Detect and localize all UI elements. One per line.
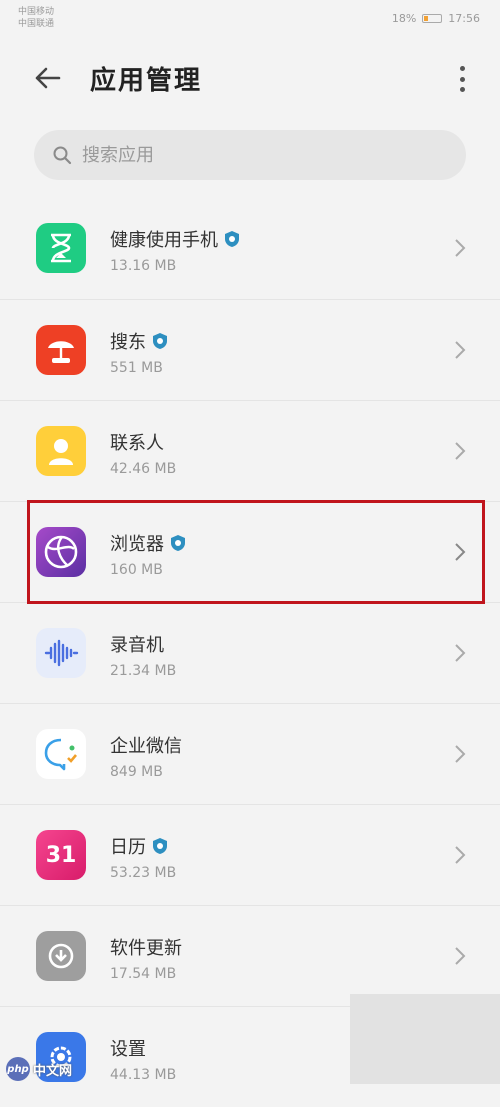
app-item-health[interactable]: 健康使用手机 13.16 MB: [0, 198, 500, 299]
app-size: 160 MB: [110, 562, 163, 578]
app-name: 设置: [110, 1035, 146, 1061]
app-name: 企业微信: [110, 732, 182, 758]
carrier-line-1: 中国移动: [18, 7, 55, 17]
wecom-icon: [36, 729, 86, 779]
chevron-right-icon: [455, 239, 466, 257]
app-bar: 应用管理: [0, 48, 500, 108]
app-name-text: 搜东: [110, 332, 146, 353]
blur-overlay: [350, 994, 500, 1084]
app-item-wecom[interactable]: 企业微信 849 MB: [0, 703, 500, 804]
app-name: 日历: [110, 833, 168, 859]
status-bar: 中国移动 中国联通 18% 17:56: [0, 0, 500, 36]
app-item-sodong[interactable]: 搜东 551 MB: [0, 299, 500, 400]
verified-shield-icon: [171, 535, 185, 551]
app-size: 17.54 MB: [110, 966, 177, 982]
app-item-browser[interactable]: 浏览器 160 MB: [0, 501, 500, 602]
umbrella-icon: [36, 325, 86, 375]
calendar-icon: 31: [36, 830, 86, 880]
app-name: 软件更新: [110, 934, 182, 960]
app-size: 849 MB: [110, 764, 163, 780]
app-list: 健康使用手机 13.16 MB 搜东 551 MB 联系人 42.46 MB 浏…: [0, 198, 500, 1107]
app-name-text: 设置: [110, 1039, 146, 1060]
hourglass-icon: [36, 223, 86, 273]
chevron-right-icon: [455, 947, 466, 965]
watermark-logo: php 中文网: [0, 1054, 86, 1084]
watermark-text: 中文网: [33, 1063, 73, 1079]
app-item-contacts[interactable]: 联系人 42.46 MB: [0, 400, 500, 501]
app-name-text: 联系人: [110, 433, 164, 454]
contact-icon: [36, 426, 86, 476]
app-name: 录音机: [110, 631, 164, 657]
chevron-right-icon: [455, 341, 466, 359]
chevron-right-icon: [455, 644, 466, 662]
back-arrow-icon[interactable]: [30, 62, 64, 94]
app-item-calendar[interactable]: 31 日历 53.23 MB: [0, 804, 500, 905]
page-title: 应用管理: [90, 66, 203, 96]
app-name: 搜东: [110, 328, 168, 354]
app-size: 13.16 MB: [110, 258, 177, 274]
chevron-right-icon: [455, 543, 466, 561]
app-name: 联系人: [110, 429, 164, 455]
app-size: 551 MB: [110, 360, 163, 376]
search-bar[interactable]: [34, 130, 466, 180]
app-name-text: 软件更新: [110, 938, 182, 959]
app-name: 健康使用手机: [110, 226, 240, 252]
app-size: 42.46 MB: [110, 461, 177, 477]
calendar-date: 31: [45, 842, 77, 868]
search-icon: [53, 146, 72, 165]
app-size: 44.13 MB: [110, 1067, 177, 1083]
chevron-right-icon: [455, 442, 466, 460]
battery-icon: [422, 14, 443, 23]
carrier-line-2: 中国联通: [18, 19, 55, 29]
chevron-right-icon: [455, 846, 466, 864]
app-name-text: 健康使用手机: [110, 230, 218, 251]
verified-shield-icon: [153, 333, 167, 349]
app-size: 21.34 MB: [110, 663, 177, 679]
clock: 17:56: [448, 12, 480, 25]
update-icon: [36, 931, 86, 981]
search-input[interactable]: [80, 143, 444, 167]
app-name-text: 日历: [110, 837, 146, 858]
status-indicators: 18% 17:56: [392, 12, 480, 25]
verified-shield-icon: [225, 231, 239, 247]
waveform-icon: [36, 628, 86, 678]
watermark-badge: php: [6, 1057, 30, 1081]
app-item-software-update[interactable]: 软件更新 17.54 MB: [0, 905, 500, 1006]
more-options-icon[interactable]: [454, 64, 470, 94]
app-size: 53.23 MB: [110, 865, 177, 881]
battery-percent: 18%: [391, 12, 417, 25]
app-name-text: 浏览器: [110, 534, 164, 555]
carrier-info: 中国移动 中国联通: [18, 6, 54, 30]
app-name-text: 企业微信: [110, 736, 182, 757]
chevron-right-icon: [455, 745, 466, 763]
app-name-text: 录音机: [110, 635, 164, 656]
verified-shield-icon: [153, 838, 167, 854]
browser-globe-icon: [36, 527, 86, 577]
app-name: 浏览器: [110, 530, 186, 556]
app-item-recorder[interactable]: 录音机 21.34 MB: [0, 602, 500, 703]
